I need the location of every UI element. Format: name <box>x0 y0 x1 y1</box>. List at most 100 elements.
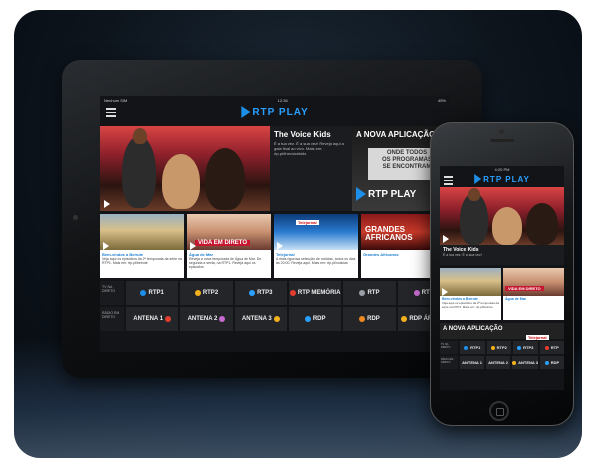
live-badge: VIDA EM DIRETO <box>505 286 544 291</box>
channel-button[interactable]: RTP2 <box>180 281 233 305</box>
tile-thumbnail <box>100 214 184 250</box>
channel-name: RTP1 <box>148 290 164 296</box>
channel-name: ANTENA 2 <box>488 360 508 365</box>
channel-button[interactable]: RTP3 <box>234 281 287 305</box>
tile-thumbnail <box>440 268 501 296</box>
tile-title: Telejornal <box>276 252 295 257</box>
channel-name: RTP MEMÓRIA <box>297 290 341 296</box>
channel-name: RTP3 <box>523 345 534 350</box>
battery-label: 45% <box>437 97 446 103</box>
tile-description: Veja aqui os episódios da 2ª temporada d… <box>102 257 182 265</box>
channel-name: RTP2 <box>496 345 507 350</box>
tv-live-label: TV NA DIRETO <box>100 281 124 305</box>
hero-info[interactable]: The Voice Kids É a tua vez. É a sua vez!… <box>270 126 352 211</box>
program-tile[interactable]: VIDA EM DIRETO Água de Mar Reveja a nova… <box>187 214 271 278</box>
hero-title: The Voice Kids <box>274 130 331 139</box>
logo-text: RTP PLAY <box>252 106 309 118</box>
channel-button[interactable]: RTP <box>539 341 564 354</box>
channel-button[interactable]: RTP3 <box>513 341 538 354</box>
channel-button[interactable]: RTP1 <box>126 281 179 305</box>
hero-info[interactable]: The Voice Kids É a tua vez. É a sua vez! <box>440 245 564 265</box>
tv-channel-row: TV NA DIRETO RTP1 RTP2 RTP3 RTP MEMÓRIA … <box>100 281 450 305</box>
channel-button[interactable]: RTP2 <box>486 341 511 354</box>
hamburger-menu-icon[interactable] <box>106 108 116 117</box>
channel-button[interactable]: ANTENA 3 <box>234 307 287 331</box>
channel-button[interactable]: ANTENA 1 <box>460 356 485 369</box>
phone-status-clock: 4:20 PM <box>494 167 510 172</box>
play-icon[interactable] <box>190 242 196 250</box>
channel-logo-icon <box>165 316 172 322</box>
promo-logo: RTP PLAY <box>356 187 416 201</box>
channel-logo-icon <box>401 316 408 322</box>
hero-thumbnail[interactable] <box>100 126 270 211</box>
home-button[interactable] <box>489 401 509 421</box>
channel-logo-icon <box>464 345 469 350</box>
channel-logo-icon <box>512 360 517 365</box>
program-tiles: Bem-vindos a Beirute Veja aqui os episód… <box>440 268 564 320</box>
program-tile[interactable]: Bem-vindos a Beirute Veja aqui os episód… <box>100 214 184 278</box>
clock-label: 12:36 <box>277 97 288 103</box>
program-tile[interactable]: Telejornal Telejornal A mais rigorosa se… <box>274 214 358 278</box>
channel-logo-icon <box>490 345 495 350</box>
live-badge: VIDA EM DIRETO <box>195 240 251 246</box>
tile-description: Reveja a nova temporada de Água de Mar. … <box>189 257 262 269</box>
rtp-play-logo[interactable]: RTP PLAY <box>474 174 530 184</box>
channel-logo-icon <box>413 290 420 296</box>
channel-logo-icon <box>544 345 549 350</box>
play-icon[interactable] <box>443 235 449 243</box>
channel-button[interactable]: RTP1 <box>460 341 485 354</box>
phone-screen: 4:20 PM RTP PLAY The Voice Kids É a tua … <box>440 166 564 390</box>
play-icon[interactable] <box>103 242 109 250</box>
program-tiles: Bem-vindos a Beirute Veja aqui os episód… <box>100 214 450 278</box>
tablet-nav-bar: RTP PLAY <box>100 104 450 124</box>
channel-button[interactable]: RDP <box>288 307 342 331</box>
telejornal-badge: Telejornal <box>296 220 319 225</box>
channel-name: RTP2 <box>202 290 219 296</box>
channel-name: ANTENA 2 <box>187 316 218 322</box>
channel-button[interactable]: ANTENA 1 <box>126 307 179 331</box>
app-promo-banner[interactable]: A NOVA APLICAÇÃO Telejornal <box>440 323 564 340</box>
phone-speaker <box>490 139 514 142</box>
tablet-screen: Nenhum SIM 12:36 45% RTP PLAY The Voice <box>100 96 450 352</box>
play-triangle-icon <box>241 106 251 118</box>
channel-name: ANTENA 1 <box>462 360 482 365</box>
channel-name: ANTENA 3 <box>241 316 272 322</box>
channel-button[interactable]: ANTENA 2 <box>180 307 233 331</box>
play-triangle-icon <box>356 187 366 201</box>
play-icon[interactable] <box>277 242 283 250</box>
logo-text: RTP PLAY <box>483 174 530 184</box>
radio-live-label: RÁDIO EM DIRETO <box>440 356 458 369</box>
tile-title: Água de Mar <box>505 297 527 301</box>
channel-logo-icon <box>194 290 201 296</box>
tv-live-label: TV NA DIRETO <box>440 341 458 354</box>
hero-thumbnail[interactable] <box>440 187 564 245</box>
channel-logo-icon <box>359 316 366 322</box>
channel-button[interactable]: RTP <box>343 281 396 305</box>
channel-button[interactable]: RDP <box>539 356 564 369</box>
channel-button[interactable]: RDP <box>343 307 396 331</box>
tablet-camera <box>73 215 78 220</box>
program-tile[interactable]: VIDA EM DIRETO Água de Mar <box>503 268 564 320</box>
tile-thumbnail: Telejornal <box>274 214 358 250</box>
channel-button[interactable]: ANTENA 3 <box>512 356 538 369</box>
program-tile[interactable]: Bem-vindos a Beirute Veja aqui os episód… <box>440 268 501 320</box>
hero-description: É a tua vez. É a sua vez! Reveja aqui a … <box>274 141 344 156</box>
carrier-label: Nenhum SIM <box>104 97 128 103</box>
play-icon[interactable] <box>104 200 110 208</box>
channel-logo-icon <box>544 360 549 365</box>
channel-name: RDP <box>550 360 560 365</box>
channel-button[interactable]: ANTENA 2 <box>486 356 511 369</box>
tile-title: Água de Mar <box>189 252 214 257</box>
channel-name: RTP3 <box>257 290 273 296</box>
channel-name: RDP <box>367 316 380 322</box>
channel-logo-icon <box>517 345 522 350</box>
play-icon[interactable] <box>442 288 448 296</box>
channel-button[interactable]: RTP MEMÓRIA <box>288 281 342 305</box>
radio-live-label: RÁDIO EM DIRETO <box>100 307 124 331</box>
tv-channel-row: TV NA DIRETO RTP1 RTP2 RTP3 RTP <box>440 341 564 354</box>
channel-name: ANTENA 1 <box>133 316 164 322</box>
phone-camera <box>499 129 504 134</box>
tile-description: A mais rigorosa selecção de notícias, to… <box>276 257 356 265</box>
rtp-play-logo[interactable]: RTP PLAY <box>241 106 308 118</box>
hamburger-menu-icon[interactable] <box>444 176 453 185</box>
